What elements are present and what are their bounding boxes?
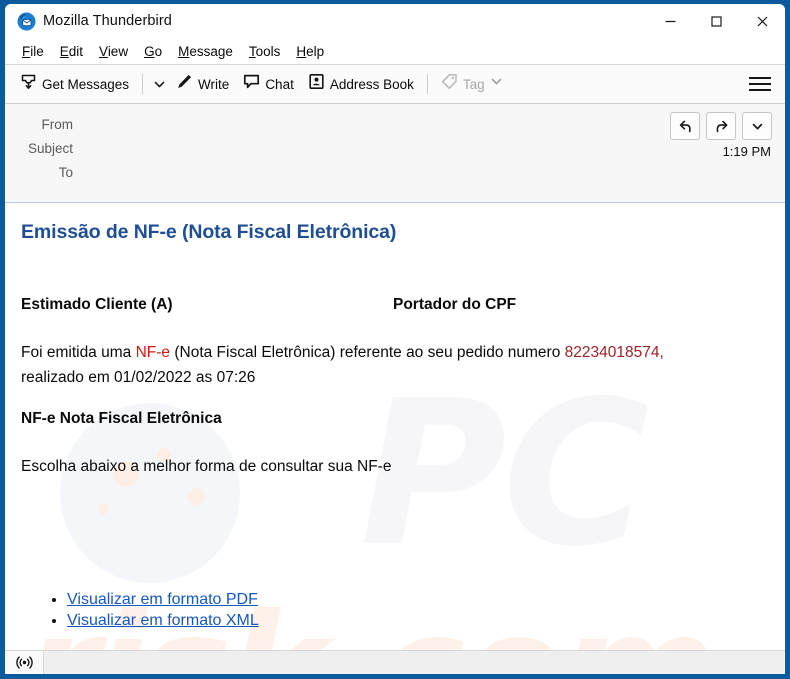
client-label: Estimado Cliente (A) [21,296,173,313]
broadcast-signal-icon [15,656,33,669]
client-info-row: Estimado Cliente (A) Portador do CPF [21,296,769,314]
address-book-label: Address Book [329,76,414,92]
menubar: File Edit View Go Message Tools Help [5,38,785,65]
instruction-text: Escolha abaixo a melhor forma de consult… [21,458,392,475]
address-book-button[interactable]: Address Book [301,69,421,99]
watermark-dot [188,488,205,505]
minimize-button[interactable] [647,4,693,38]
from-label: From [41,116,74,132]
main-toolbar: Get Messages Write Chat Address Book Tag [5,65,785,104]
message-time: 1:19 PM [722,144,771,159]
nfe-highlight: NF-e [135,344,171,361]
contact-card-icon [308,73,325,95]
get-messages-dropdown[interactable] [149,70,169,98]
chat-label: Chat [265,76,294,92]
get-messages-label: Get Messages [42,76,130,92]
minimize-icon [665,20,675,22]
thunderbird-window: Mozilla Thunderbird File Edit View Go Me… [0,0,790,679]
chevron-down-icon [154,81,164,87]
download-inbox-icon [20,73,37,95]
hamburger-menu-icon[interactable] [749,74,771,94]
paragraph-part2: (Nota Fiscal Eletrônica) referente ao se… [170,344,565,361]
tag-button[interactable]: Tag [434,69,510,99]
menu-help[interactable]: Help [288,44,332,59]
pencil-icon [176,73,193,95]
titlebar: Mozilla Thunderbird [5,4,785,38]
order-number: 82234018574 [564,344,660,361]
window-inner: Mozilla Thunderbird File Edit View Go Me… [5,4,785,674]
toolbar-divider-1 [142,74,144,94]
view-pdf-link[interactable]: Visualizar em formato PDF [67,591,258,608]
email-subheading: NF-e Nota Fiscal Eletrônica [21,410,222,427]
menu-view[interactable]: View [91,44,136,59]
forward-icon [716,120,727,132]
hamburger-line [749,89,771,91]
to-label: To [58,164,73,180]
email-content: Emissão de NF-e (Nota Fiscal Eletrônica)… [5,203,785,479]
watermark-dot [98,503,109,514]
statusbar [5,650,785,674]
menu-tools[interactable]: Tools [241,44,289,59]
maximize-button[interactable] [693,4,739,38]
thunderbird-logo-icon [17,12,36,31]
view-xml-link[interactable]: Visualizar em formato XML [67,612,259,629]
message-body: PC risk.com Emissão de NF-e (Nota Fiscal… [5,203,785,650]
more-actions-button[interactable] [742,112,772,140]
forward-button[interactable] [706,112,736,140]
get-messages-button[interactable]: Get Messages [13,69,136,99]
tag-label: Tag [462,76,485,92]
menu-message[interactable]: Message [170,44,241,59]
list-item: Visualizar em formato XML [67,612,259,630]
write-label: Write [198,76,230,92]
menu-file[interactable]: File [14,44,52,59]
broadcast-status-button[interactable] [5,651,44,674]
reply-button[interactable] [670,112,700,140]
header-row-to: To [5,160,785,184]
message-action-buttons [670,112,772,140]
invoice-paragraph: Foi emitida uma NF-e (Nota Fiscal Eletrô… [21,340,769,390]
hamburger-line [749,77,771,79]
tag-dropdown-caret[interactable] [490,75,503,93]
hamburger-line [749,83,771,85]
chat-button[interactable]: Chat [236,69,301,99]
speech-bubble-icon [243,73,260,95]
chevron-down-icon [752,123,762,129]
subject-label: Subject [27,140,73,156]
reply-icon [679,120,691,132]
menu-edit[interactable]: Edit [52,44,91,59]
write-button[interactable]: Write [169,69,236,99]
window-controls [647,4,785,38]
format-links-list: Visualizar em formato PDF Visualizar em … [47,591,259,633]
chevron-down-icon [491,78,501,85]
cpf-label: Portador do CPF [393,296,517,313]
close-button[interactable] [739,4,785,38]
paragraph-part3: , [659,344,664,361]
maximize-icon [710,15,722,27]
menu-go[interactable]: Go [136,44,170,59]
toolbar-divider-2 [426,74,428,94]
tag-icon [441,73,458,95]
list-item: Visualizar em formato PDF [67,591,259,609]
window-title: Mozilla Thunderbird [43,13,172,29]
paragraph-line2: realizado em 01/02/2022 as 07:26 [21,369,256,386]
message-header: From Subject To 1:19 PM [5,104,785,203]
email-heading: Emissão de NF-e (Nota Fiscal Eletrônica) [21,221,397,243]
paragraph-part1: Foi emitida uma [21,344,136,361]
header-row-from: From [5,112,785,136]
close-icon [757,16,767,26]
header-row-subject: Subject [5,136,785,160]
